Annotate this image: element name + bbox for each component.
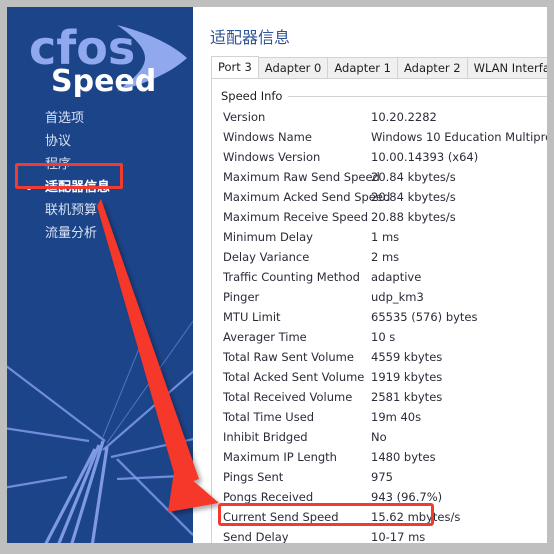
tab-strip: Port 3 Adapter 0 Adapter 1 Adapter 2 WLA… (211, 56, 547, 79)
page-title: 适配器信息 (210, 28, 291, 47)
info-value: No (371, 430, 387, 444)
info-row-total-received-volume: Total Received Volume 2581 kbytes (223, 387, 547, 407)
info-value: 15.62 mbytes/s (371, 510, 461, 524)
info-row-windows-name: Windows Name Windows 10 Education Multip… (223, 127, 547, 147)
info-value: 1919 kbytes (371, 370, 443, 384)
info-key: Inhibit Bridged (223, 430, 308, 444)
info-value: 19m 40s (371, 410, 422, 424)
info-value: 10-17 ms (371, 530, 426, 543)
screenshot-root: cfos Speed 首选项 协议 程序 适配器信息 联机预算 流量分析 适配器… (0, 0, 554, 554)
logo-text-speed: Speed (51, 64, 156, 97)
sidebar-item-traffic-analysis[interactable]: 流量分析 (7, 222, 193, 245)
cfosspeed-logo: cfos Speed (21, 19, 191, 97)
info-row-averager-time: Averager Time 10 s (223, 327, 547, 347)
info-row-send-delay: Send Delay 10-17 ms (223, 527, 547, 543)
cfosspeed-window: cfos Speed 首选项 协议 程序 适配器信息 联机预算 流量分析 适配器… (7, 7, 547, 543)
info-value: 65535 (576) bytes (371, 310, 478, 324)
info-row-mtu-limit: MTU Limit 65535 (576) bytes (223, 307, 547, 327)
info-value: udp_km3 (371, 290, 424, 304)
info-key: Minimum Delay (223, 230, 313, 244)
info-value: 943 (96.7%) (371, 490, 443, 504)
info-row-version: Version 10.20.2282 (223, 107, 547, 127)
info-row-total-time-used: Total Time Used 19m 40s (223, 407, 547, 427)
info-key: Pongs Received (223, 490, 314, 504)
info-row-total-acked-sent-volume: Total Acked Sent Volume 1919 kbytes (223, 367, 547, 387)
info-key: Pings Sent (223, 470, 284, 484)
speed-info-list: Version 10.20.2282 Windows Name Windows … (223, 107, 547, 543)
info-value: 2581 kbytes (371, 390, 443, 404)
info-key: Windows Name (223, 130, 312, 144)
groupbox-legend: Speed Info (221, 89, 289, 103)
sidebar-item-label: 协议 (45, 134, 72, 149)
sidebar-item-online-budget[interactable]: 联机预算 (7, 199, 193, 222)
tab-adapter-0[interactable]: Adapter 0 (257, 57, 329, 78)
info-value: 10.20.2282 (371, 110, 437, 124)
info-key: Averager Time (223, 330, 307, 344)
sidebar-item-adapter-info[interactable]: 适配器信息 (7, 176, 193, 199)
info-row-maximum-raw-send-speed: Maximum Raw Send Speed 20.84 kbytes/s (223, 167, 547, 187)
info-value: 20.88 kbytes/s (371, 210, 456, 224)
info-key: Total Raw Sent Volume (223, 350, 354, 364)
info-key: Total Time Used (223, 410, 315, 424)
info-row-inhibit-bridged: Inhibit Bridged No (223, 427, 547, 447)
info-key: Pinger (223, 290, 260, 304)
info-key: Traffic Counting Method (223, 270, 360, 284)
sidebar-item-protocols[interactable]: 协议 (7, 130, 193, 153)
info-key: Total Received Volume (223, 390, 353, 404)
info-row-pinger: Pinger udp_km3 (223, 287, 547, 307)
logo-graphic: cfos Speed (29, 21, 187, 97)
groupbox-rule (278, 96, 547, 97)
sidebar-nav: 首选项 协议 程序 适配器信息 联机预算 流量分析 (7, 107, 193, 245)
info-key: Maximum Receive Speed (223, 210, 369, 224)
sidebar-item-preferences[interactable]: 首选项 (7, 107, 193, 130)
tab-adapter-2[interactable]: Adapter 2 (397, 57, 468, 78)
info-value: 1 ms (371, 230, 400, 244)
info-value: adaptive (371, 270, 422, 284)
info-key: Delay Variance (223, 250, 310, 264)
info-value: 975 (371, 470, 393, 484)
info-key: Maximum IP Length (223, 450, 337, 464)
info-value: 4559 kbytes (371, 350, 443, 364)
info-row-pongs-received: Pongs Received 943 (96.7%) (223, 487, 547, 507)
sidebar-item-label: 联机预算 (45, 203, 98, 218)
info-key: Current Send Speed (223, 510, 339, 524)
info-row-minimum-delay: Minimum Delay 1 ms (223, 227, 547, 247)
info-row-current-send-speed: Current Send Speed 15.62 mbytes/s (223, 507, 547, 527)
info-value: 2 ms (371, 250, 400, 264)
tab-wlan-interface-0[interactable]: WLAN Interface 0 (466, 57, 547, 78)
info-value: 10 s (371, 330, 396, 344)
info-row-maximum-acked-send-speed: Maximum Acked Send Speed 20.84 kbytes/s (223, 187, 547, 207)
info-value: Windows 10 Education Multiprocessor (371, 130, 547, 144)
info-key: Windows Version (223, 150, 321, 164)
info-value: 20.84 kbytes/s (371, 190, 456, 204)
info-row-maximum-receive-speed: Maximum Receive Speed 20.88 kbytes/s (223, 207, 547, 227)
info-key: Maximum Acked Send Speed (223, 190, 391, 204)
info-row-total-raw-sent-volume: Total Raw Sent Volume 4559 kbytes (223, 347, 547, 367)
info-value: 10.00.14393 (x64) (371, 150, 479, 164)
sidebar-item-programs[interactable]: 程序 (7, 153, 193, 176)
info-key: Maximum Raw Send Speed (223, 170, 380, 184)
sidebar-item-label: 流量分析 (45, 226, 98, 241)
tab-port-3[interactable]: Port 3 (211, 56, 259, 78)
sidebar-item-label: 适配器信息 (45, 180, 111, 195)
info-row-maximum-ip-length: Maximum IP Length 1480 bytes (223, 447, 547, 467)
info-key: Send Delay (223, 530, 289, 543)
tab-adapter-1[interactable]: Adapter 1 (327, 57, 398, 78)
info-key: Total Acked Sent Volume (223, 370, 365, 384)
sidebar: cfos Speed 首选项 协议 程序 适配器信息 联机预算 流量分析 (7, 7, 193, 543)
selected-bullet-icon (27, 186, 31, 190)
info-row-pings-sent: Pings Sent 975 (223, 467, 547, 487)
content-pane: 适配器信息 Port 3 Adapter 0 Adapter 1 Adapter… (193, 7, 547, 543)
info-row-windows-version: Windows Version 10.00.14393 (x64) (223, 147, 547, 167)
info-value: 20.84 kbytes/s (371, 170, 456, 184)
info-row-delay-variance: Delay Variance 2 ms (223, 247, 547, 267)
info-key: MTU Limit (223, 310, 281, 324)
info-key: Version (223, 110, 266, 124)
info-value: 1480 bytes (371, 450, 436, 464)
sidebar-item-label: 首选项 (45, 111, 85, 126)
info-row-traffic-counting-method: Traffic Counting Method adaptive (223, 267, 547, 287)
sidebar-item-label: 程序 (45, 157, 72, 172)
